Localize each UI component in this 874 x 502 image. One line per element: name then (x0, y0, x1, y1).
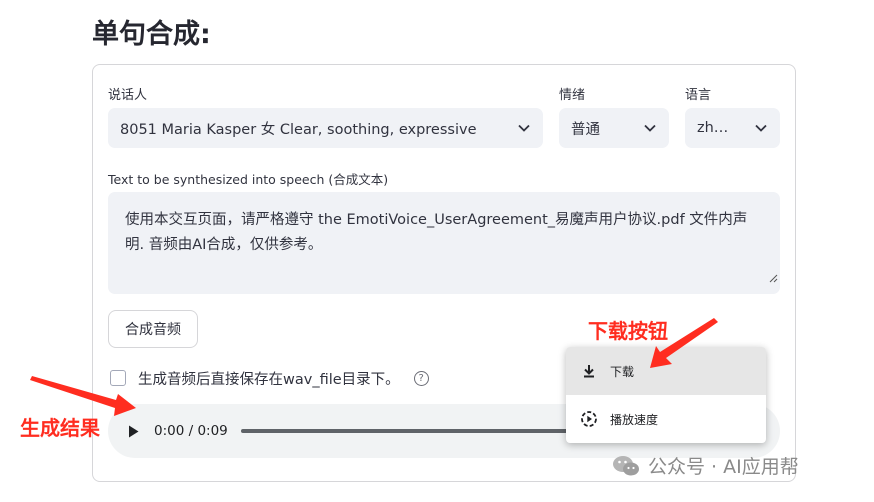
play-icon[interactable] (128, 424, 142, 438)
menu-item-playback-speed[interactable]: 播放速度 (566, 395, 766, 443)
speaker-select[interactable]: 8051 Maria Kasper 女 Clear, soothing, exp… (108, 108, 543, 148)
chevron-down-icon (517, 121, 531, 135)
audio-time: 0:00 / 0:09 (154, 423, 228, 439)
synthesize-button[interactable]: 合成音频 (108, 310, 198, 348)
page-title: 单句合成: (92, 19, 211, 50)
chevron-down-icon (643, 121, 657, 135)
language-select[interactable]: zh… (685, 108, 780, 148)
menu-item-label: 下载 (610, 364, 635, 379)
menu-item-label: 播放速度 (610, 412, 659, 427)
language-select-value: zh… (697, 120, 729, 136)
emotion-select[interactable]: 普通 (559, 108, 669, 148)
emotion-label: 情绪 (559, 88, 586, 103)
page: 单句合成: 说话人 8051 Maria Kasper 女 Clear, soo… (0, 0, 874, 502)
help-icon[interactable]: ? (413, 370, 429, 386)
save-option-row: 生成音频后直接保存在wav_file目录下。 ? (110, 368, 429, 388)
menu-item-download[interactable]: 下载 (566, 347, 766, 395)
text-line-2: 明. 音频由AI合成，仅供参考。 (125, 237, 323, 253)
resize-handle-icon[interactable] (768, 267, 778, 292)
audio-options-menu: 下载 播放速度 (566, 347, 766, 443)
speaker-select-value: 8051 Maria Kasper 女 Clear, soothing, exp… (120, 121, 477, 138)
download-icon (580, 362, 598, 380)
result-annotation: 生成结果 (20, 416, 100, 440)
watermark: 公众号 · AI应用帮 (612, 452, 799, 479)
text-input-label: Text to be synthesized into speech (合成文本… (108, 172, 389, 187)
save-checkbox-label: 生成音频后直接保存在wav_file目录下。 (138, 371, 400, 388)
audio-progress-track[interactable] (241, 429, 571, 433)
save-checkbox[interactable] (110, 370, 126, 386)
chevron-down-icon (754, 121, 768, 135)
synthesis-text-input[interactable]: 使用本交互页面，请严格遵守 the EmotiVoice_UserAgreeme… (108, 192, 780, 294)
speaker-label: 说话人 (108, 88, 148, 103)
watermark-text: 公众号 · AI应用帮 (648, 456, 799, 478)
playback-speed-icon (580, 410, 598, 428)
text-line-1: 使用本交互页面，请严格遵守 the EmotiVoice_UserAgreeme… (125, 212, 748, 228)
language-label: 语言 (685, 88, 712, 103)
wechat-icon (612, 454, 640, 478)
emotion-select-value: 普通 (571, 121, 600, 138)
download-button-annotation: 下载按钮 (588, 319, 668, 343)
